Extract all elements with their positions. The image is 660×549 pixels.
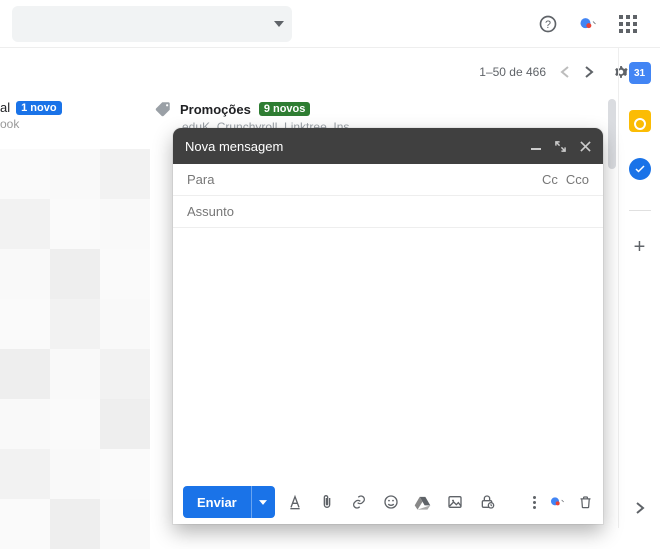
scrollbar-thumb[interactable] [608,99,616,169]
tab-social-preview: ook [0,117,150,131]
compose-footer: Enviar [173,480,603,524]
support-icon[interactable]: ? [536,12,560,36]
keep-addon-icon[interactable] [629,110,651,132]
collapse-sidepanel-icon[interactable] [635,502,645,514]
send-button[interactable]: Enviar [183,486,251,518]
input-tools-icon[interactable] [576,12,600,36]
insert-photo-icon[interactable] [445,492,465,512]
page-prev-icon[interactable] [560,66,570,78]
input-tools-compose-icon[interactable] [548,494,566,510]
list-toolbar: 1–50 de 466 [0,48,660,96]
fullscreen-icon[interactable] [555,141,566,152]
insert-drive-icon[interactable] [413,492,433,512]
category-tabs-left: al 1 novo ook [0,96,150,528]
calendar-addon-icon[interactable]: 31 [629,62,651,84]
compose-subject-field[interactable]: Assunto [173,196,603,228]
insert-link-icon[interactable] [349,492,369,512]
get-addons-icon[interactable]: + [634,237,646,257]
attach-icon[interactable] [317,492,337,512]
calendar-day: 31 [634,68,645,79]
tab-social-label: al [0,100,10,115]
compose-footer-right [533,494,593,510]
formatting-toolbar [285,492,497,512]
svg-text:?: ? [545,19,551,31]
send-options-button[interactable] [251,486,275,518]
search-options-caret[interactable] [274,21,284,27]
more-options-icon[interactable] [533,496,536,509]
compose-window: Nova mensagem Para Cc Cco Assunto Enviar [173,128,603,524]
tab-promotions-label: Promoções [180,102,251,117]
tab-promotions-badge: 9 novos [259,102,311,116]
page-next-icon[interactable] [584,66,594,78]
apps-grid-icon[interactable] [616,12,640,36]
search-box[interactable] [12,6,292,42]
tab-social-badge: 1 novo [16,101,61,115]
tab-social[interactable]: al 1 novo [0,96,150,115]
header-icons: ? [536,12,652,36]
pagination: 1–50 de 466 [479,65,594,79]
send-button-group: Enviar [183,486,275,518]
side-panel: 31 + [618,48,660,528]
compose-titlebar[interactable]: Nova mensagem [173,128,603,164]
tasks-addon-icon[interactable] [629,158,651,180]
tag-icon [154,100,172,118]
discard-draft-icon[interactable] [578,494,593,510]
confidential-mode-icon[interactable] [477,492,497,512]
tab-promotions[interactable]: Promoções 9 novos [150,100,660,118]
to-label: Para [187,172,214,187]
minimize-icon[interactable] [531,141,541,151]
compose-body[interactable] [173,228,603,480]
subject-label: Assunto [187,204,234,219]
close-icon[interactable] [580,141,591,152]
blurred-content [0,149,150,549]
compose-to-field[interactable]: Para Cc Cco [173,164,603,196]
cc-toggle[interactable]: Cc [542,172,558,187]
pagination-range: 1–50 de 466 [479,65,546,79]
formatting-icon[interactable] [285,492,305,512]
insert-emoji-icon[interactable] [381,492,401,512]
app-header: ? [0,0,660,48]
bcc-toggle[interactable]: Cco [566,172,589,187]
compose-title: Nova mensagem [185,139,517,154]
side-divider [629,210,651,211]
